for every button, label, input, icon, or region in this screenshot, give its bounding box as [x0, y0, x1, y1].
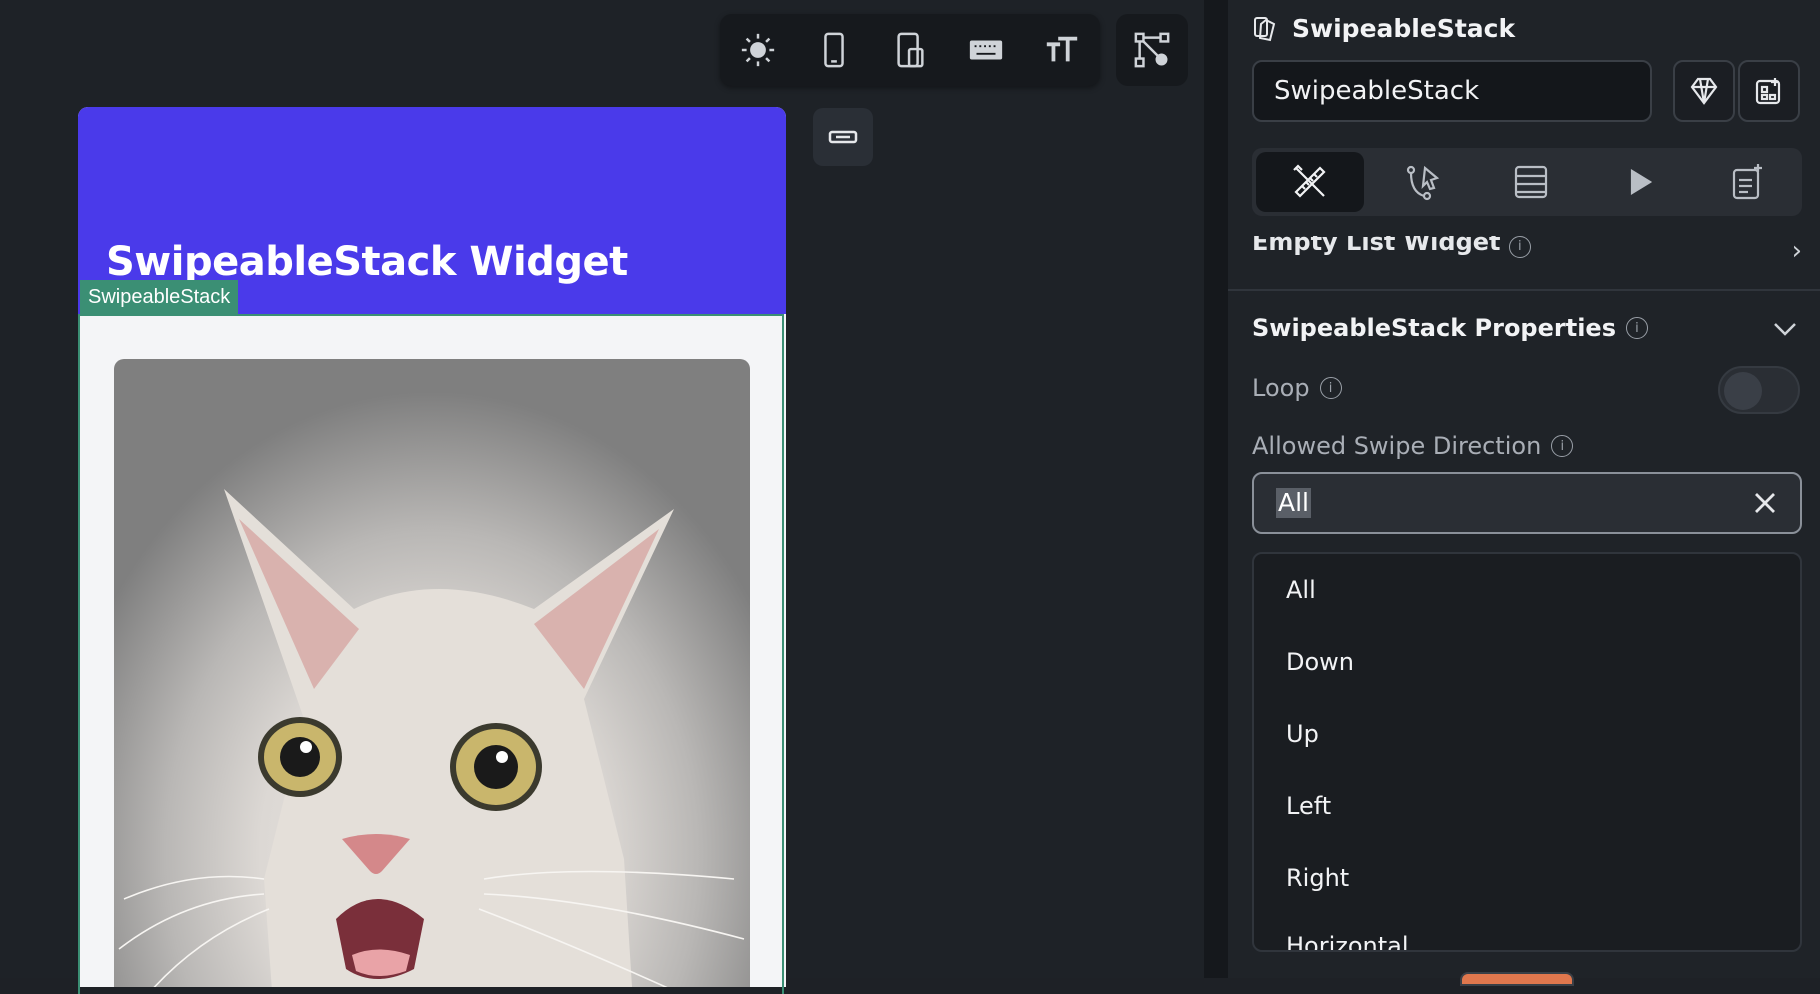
action-flow-icon [1406, 165, 1439, 201]
panel-divider[interactable] [1204, 0, 1228, 978]
sun-icon[interactable] [736, 28, 780, 72]
chevron-down-icon[interactable] [1770, 314, 1800, 348]
section-title: SwipeableStack Properties [1252, 314, 1616, 342]
canvas-toolbar [720, 14, 1100, 86]
direction-dropdown: All Down Up Left Right Horizontal [1252, 552, 1802, 952]
info-icon[interactable]: i [1551, 435, 1574, 457]
option-all[interactable]: All [1286, 576, 1316, 604]
swipe-stack-icon [1254, 17, 1276, 42]
tablet-icon[interactable] [888, 28, 932, 72]
phone-preview: SwipeableStack Widget [78, 107, 786, 987]
wrap-widget-button[interactable] [813, 108, 873, 166]
database-rows-icon [1514, 165, 1548, 199]
option-horizontal[interactable]: Horizontal [1286, 932, 1409, 950]
direction-select-value[interactable]: All [1276, 488, 1311, 518]
widget-type-title: SwipeableStack [1292, 13, 1516, 43]
option-down[interactable]: Down [1286, 648, 1354, 676]
empty-list-widget-row[interactable]: Empty List Widget i › [1252, 236, 1802, 266]
backend-tab[interactable] [1477, 148, 1585, 216]
loop-label: Loop [1252, 374, 1310, 402]
page-title: SwipeableStack Widget [106, 239, 628, 285]
design-canvas: SwipeableStack Widget SwipeableStack [0, 0, 1204, 994]
notes-tab[interactable] [1694, 148, 1802, 216]
properties-panel: SwipeableStack Empty List Widget i › Swi… [1228, 0, 1820, 986]
add-widget-button[interactable] [1738, 60, 1800, 122]
widget-name-field[interactable] [1252, 60, 1690, 122]
widget-frame-icon [828, 130, 858, 144]
keyboard-icon[interactable] [964, 28, 1008, 72]
tree-settings-icon [1130, 28, 1174, 72]
design-tools-icon [1293, 164, 1326, 198]
notes-add-icon [1732, 164, 1762, 200]
section-divider [1228, 289, 1820, 291]
panel-tabs [1252, 148, 1802, 216]
info-icon[interactable]: i [1625, 317, 1648, 339]
info-icon[interactable]: i [1508, 236, 1531, 258]
play-icon [1631, 169, 1653, 195]
partial-control[interactable] [1460, 972, 1574, 986]
info-icon[interactable]: i [1319, 377, 1342, 399]
diamond-icon [1690, 77, 1718, 105]
widget-add-icon [1755, 78, 1781, 105]
option-right[interactable]: Right [1286, 864, 1349, 892]
properties-tab[interactable] [1256, 152, 1365, 212]
widget-name-input[interactable] [1254, 62, 1690, 120]
phone-icon[interactable] [812, 28, 856, 72]
selection-tag[interactable]: SwipeableStack [80, 280, 239, 314]
close-icon[interactable] [1748, 486, 1782, 524]
empty-list-widget-label: Empty List Widget i [1252, 236, 1531, 258]
tree-settings-button[interactable] [1116, 14, 1188, 86]
direction-label: Allowed Swipe Direction [1252, 432, 1542, 460]
text-size-icon[interactable] [1040, 28, 1084, 72]
direction-label-row: Allowed Swipe Direction i [1252, 432, 1574, 460]
chevron-right-icon: › [1791, 236, 1802, 266]
section-header[interactable]: SwipeableStack Properties i [1252, 314, 1648, 342]
toggle-knob [1724, 372, 1762, 410]
cat-photo [118, 489, 745, 987]
option-left[interactable]: Left [1286, 792, 1331, 820]
swipeable-card-image[interactable] [114, 359, 750, 987]
direction-select[interactable]: All [1252, 472, 1802, 534]
loop-toggle[interactable] [1718, 366, 1800, 414]
loop-label-row: Loop i [1252, 374, 1342, 402]
animations-tab[interactable] [1585, 148, 1693, 216]
save-component-button[interactable] [1673, 60, 1735, 122]
panel-header: SwipeableStack [1252, 10, 1515, 46]
actions-tab[interactable] [1368, 148, 1476, 216]
option-up[interactable]: Up [1286, 720, 1319, 748]
